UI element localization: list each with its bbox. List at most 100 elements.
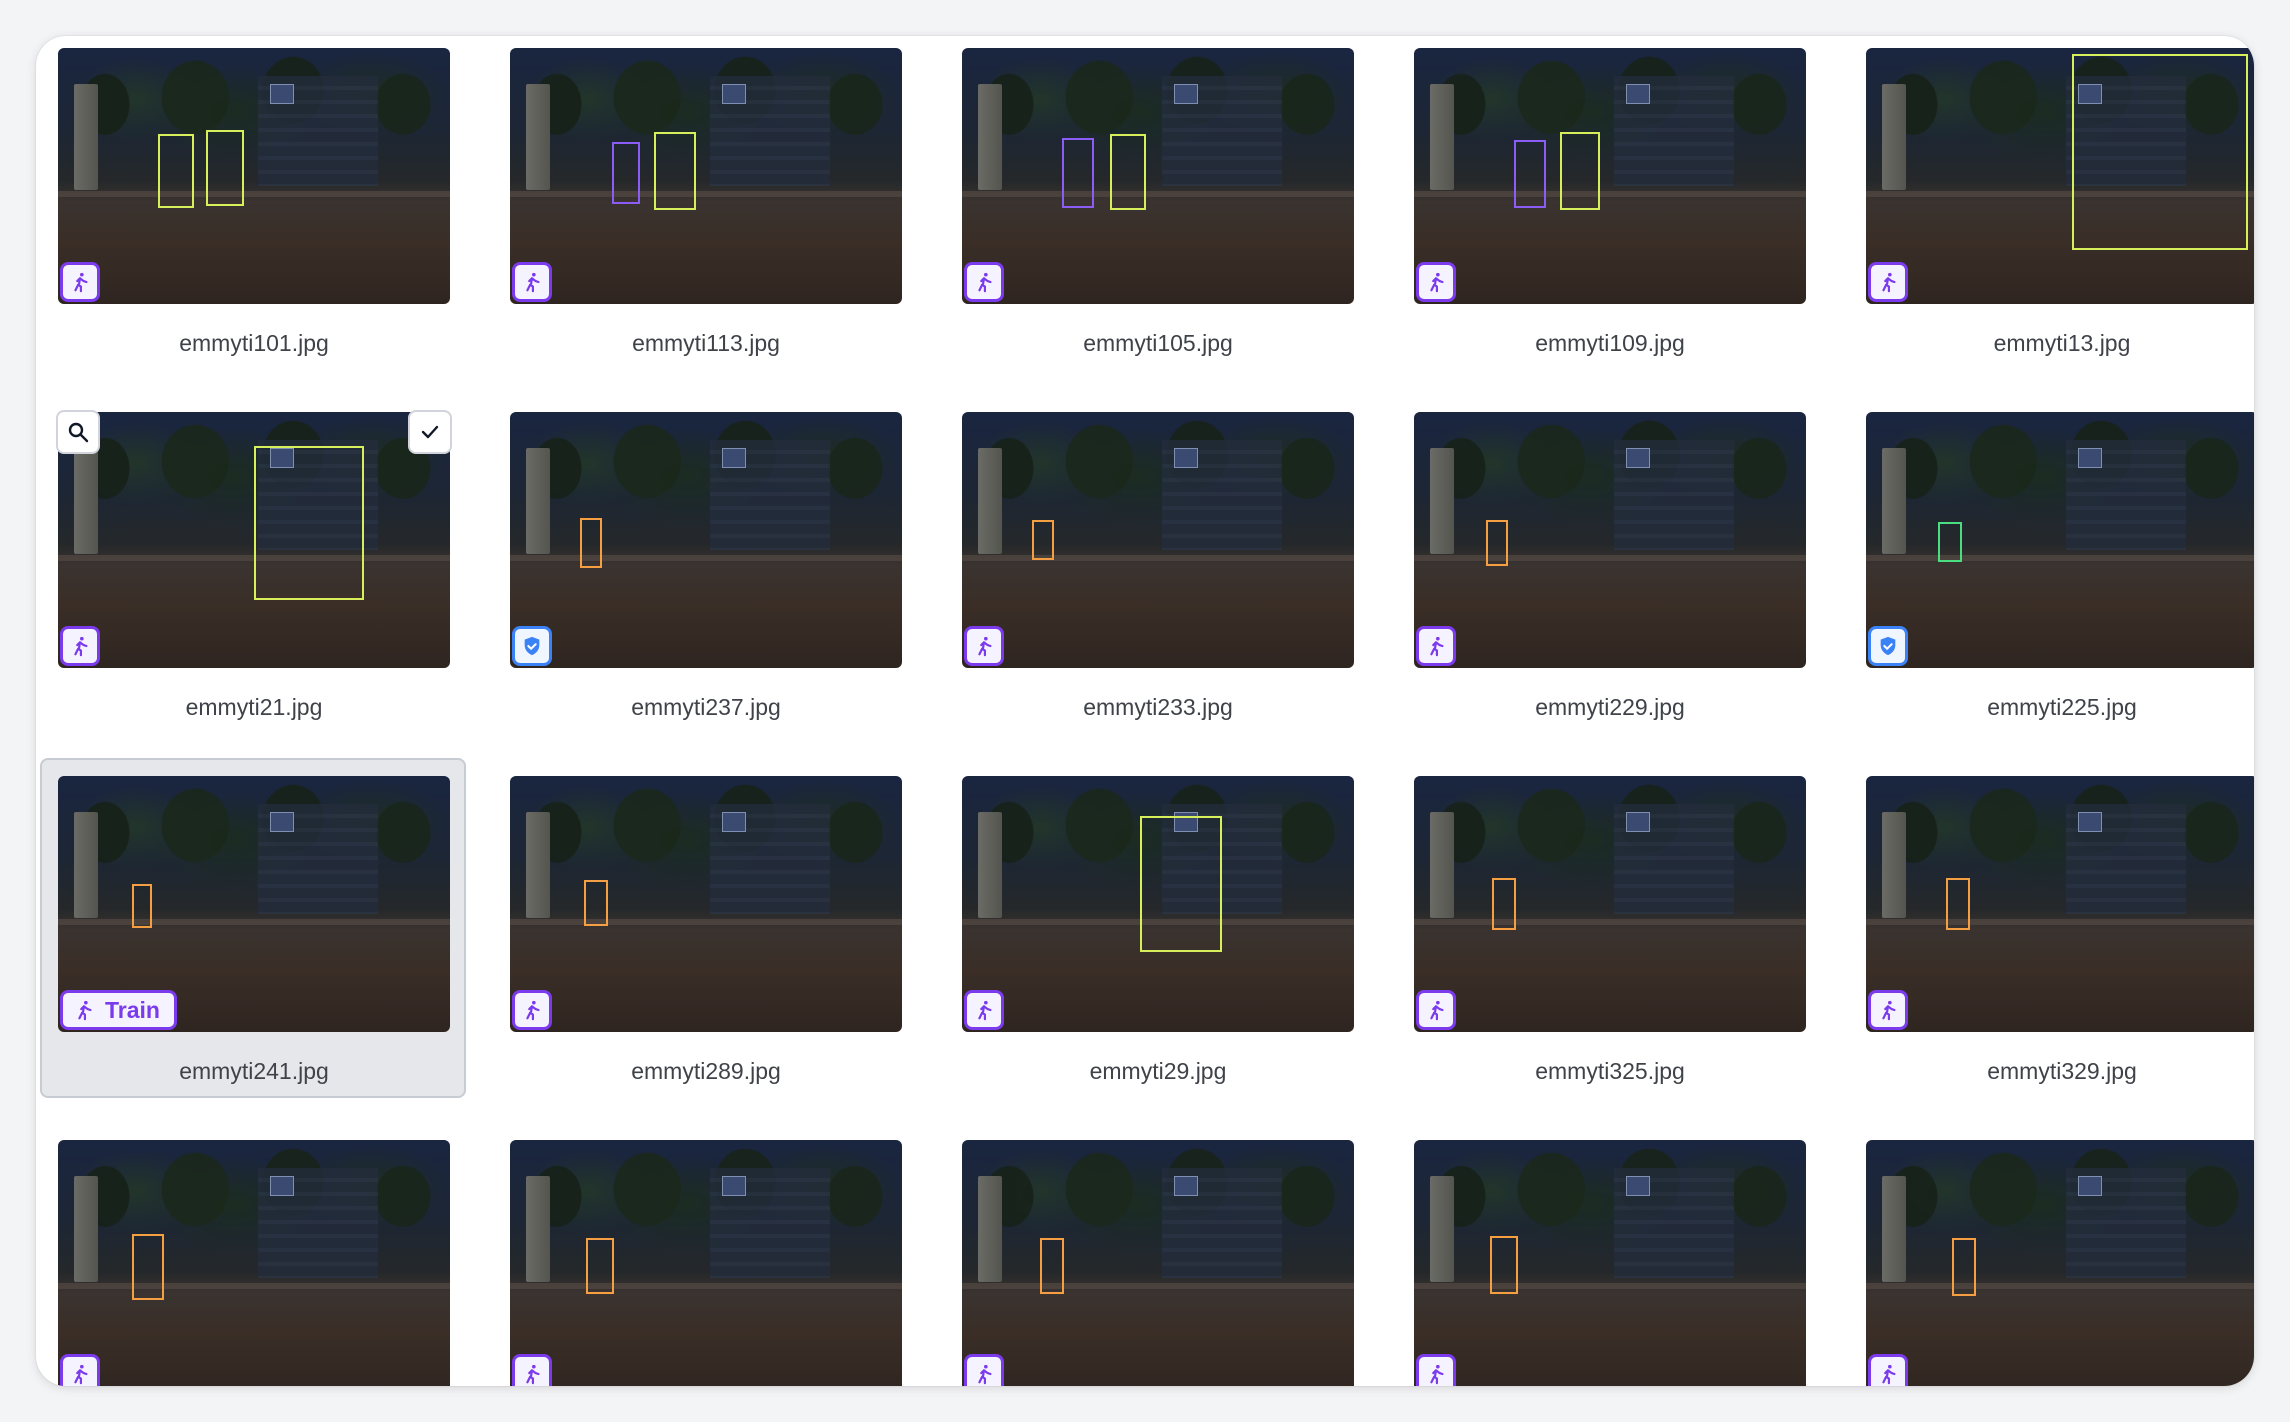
gallery-card[interactable] <box>510 1140 902 1386</box>
thumbnail[interactable] <box>962 48 1354 304</box>
gallery-card[interactable]: emmyti105.jpg <box>962 48 1354 388</box>
badge-runner-icon <box>512 1354 552 1386</box>
badge-runner-icon <box>60 262 100 302</box>
bounding-box <box>1110 134 1146 210</box>
gallery-card[interactable]: emmyti29.jpg <box>962 776 1354 1116</box>
gallery-card[interactable]: emmyti229.jpg <box>1414 412 1806 752</box>
bounding-box <box>132 1234 164 1300</box>
file-name: emmyti241.jpg <box>179 1058 329 1084</box>
badge-label: Train <box>105 996 160 1023</box>
badge-runner-icon <box>1416 262 1456 302</box>
gallery-card[interactable]: emmyti329.jpg <box>1866 776 2254 1116</box>
file-name: emmyti109.jpg <box>1535 330 1685 356</box>
file-name: emmyti21.jpg <box>185 694 323 720</box>
thumbnail[interactable]: Train <box>58 776 450 1032</box>
gallery-card-selected[interactable]: Train emmyti241.jpg <box>40 758 466 1116</box>
image-gallery: emmyti101.jpg emmyti113.jpg emmyti105.jp… <box>36 36 2254 1386</box>
bounding-box <box>1514 140 1546 208</box>
bounding-box <box>1560 132 1600 210</box>
thumbnail[interactable] <box>58 412 450 668</box>
bounding-box <box>1140 816 1222 952</box>
file-name: emmyti29.jpg <box>1089 1058 1227 1084</box>
bounding-box <box>1952 1238 1976 1296</box>
bounding-box <box>1938 522 1962 562</box>
badge-runner-icon <box>1868 1354 1908 1386</box>
file-name: emmyti101.jpg <box>179 330 329 356</box>
badge-runner-icon <box>512 990 552 1030</box>
thumbnail[interactable] <box>1866 776 2254 1032</box>
thumbnail[interactable] <box>58 48 450 304</box>
file-name: emmyti237.jpg <box>631 694 781 720</box>
badge-runner-icon <box>964 990 1004 1030</box>
badge-runner-icon <box>1416 1354 1456 1386</box>
gallery-card[interactable]: emmyti113.jpg <box>510 48 902 388</box>
bounding-box <box>206 130 244 206</box>
badge-runner-icon <box>512 262 552 302</box>
split-badge-train: Train <box>60 990 177 1030</box>
bounding-box <box>580 518 602 568</box>
badge-shield-check-icon <box>1868 626 1908 666</box>
gallery-card[interactable]: emmyti13.jpg <box>1866 48 2254 388</box>
thumbnail[interactable] <box>1414 48 1806 304</box>
thumbnail[interactable] <box>1866 48 2254 304</box>
thumbnail[interactable] <box>1414 776 1806 1032</box>
bounding-box <box>584 880 608 926</box>
check-icon[interactable] <box>408 410 452 454</box>
gallery-card[interactable]: emmyti109.jpg <box>1414 48 1806 388</box>
file-name: emmyti105.jpg <box>1083 330 1233 356</box>
badge-shield-check-icon <box>512 626 552 666</box>
bounding-box <box>1492 878 1516 930</box>
bounding-box <box>612 142 640 204</box>
bounding-box <box>1032 520 1054 560</box>
gallery-card[interactable]: emmyti237.jpg <box>510 412 902 752</box>
gallery-card[interactable] <box>962 1140 1354 1386</box>
runner-icon <box>78 1000 92 1021</box>
thumbnail[interactable] <box>510 1140 902 1386</box>
file-name: emmyti229.jpg <box>1535 694 1685 720</box>
thumbnail[interactable] <box>510 776 902 1032</box>
badge-runner-icon <box>1416 990 1456 1030</box>
file-name: emmyti233.jpg <box>1083 694 1233 720</box>
file-name: emmyti329.jpg <box>1987 1058 2137 1084</box>
gallery-card[interactable] <box>1866 1140 2254 1386</box>
gallery-card[interactable]: emmyti101.jpg <box>58 48 450 388</box>
search-icon[interactable] <box>56 410 100 454</box>
thumbnail[interactable] <box>962 1140 1354 1386</box>
bounding-box <box>1062 138 1094 208</box>
bounding-box <box>654 132 696 210</box>
thumbnail[interactable] <box>58 1140 450 1386</box>
badge-runner-icon <box>964 262 1004 302</box>
badge-runner-icon <box>964 626 1004 666</box>
gallery-card[interactable]: emmyti21.jpg <box>56 410 452 752</box>
thumbnail[interactable] <box>1414 1140 1806 1386</box>
thumbnail[interactable] <box>1414 412 1806 668</box>
thumbnail[interactable] <box>510 48 902 304</box>
bounding-box <box>132 884 152 928</box>
badge-runner-icon <box>964 1354 1004 1386</box>
file-name: emmyti13.jpg <box>1993 330 2131 356</box>
thumbnail[interactable] <box>1866 1140 2254 1386</box>
file-name: emmyti225.jpg <box>1987 694 2137 720</box>
gallery-card[interactable] <box>1414 1140 1806 1386</box>
gallery-card[interactable]: emmyti325.jpg <box>1414 776 1806 1116</box>
bounding-box <box>1946 878 1970 930</box>
badge-runner-icon <box>60 626 100 666</box>
bounding-box <box>1040 1238 1064 1294</box>
bounding-box <box>254 446 364 600</box>
gallery-card[interactable] <box>58 1140 450 1386</box>
bounding-box <box>158 134 194 208</box>
gallery-card[interactable]: emmyti233.jpg <box>962 412 1354 752</box>
thumbnail[interactable] <box>1866 412 2254 668</box>
badge-runner-icon <box>1868 990 1908 1030</box>
bounding-box <box>586 1238 614 1294</box>
badge-runner-icon <box>1416 626 1456 666</box>
bounding-box <box>1490 1236 1518 1294</box>
thumbnail[interactable] <box>962 412 1354 668</box>
gallery-card[interactable]: emmyti225.jpg <box>1866 412 2254 752</box>
gallery-card[interactable]: emmyti289.jpg <box>510 776 902 1116</box>
bounding-box <box>2072 54 2248 250</box>
thumbnail[interactable] <box>962 776 1354 1032</box>
file-name: emmyti325.jpg <box>1535 1058 1685 1084</box>
thumbnail[interactable] <box>510 412 902 668</box>
file-name: emmyti289.jpg <box>631 1058 781 1084</box>
